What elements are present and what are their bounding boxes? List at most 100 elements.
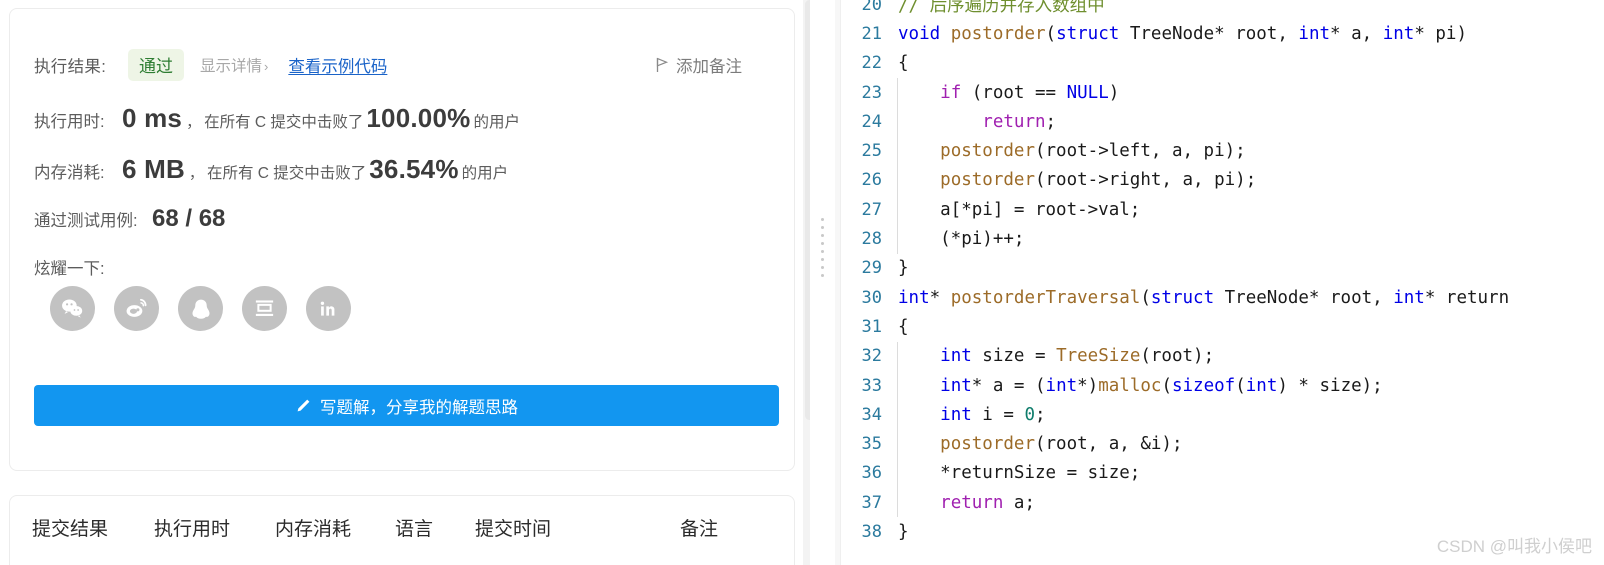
code-token: postorder [940, 170, 1035, 191]
share-icon-group [50, 286, 351, 331]
line-number: 30 [861, 287, 882, 308]
column-header-runtime[interactable]: 执行用时 [154, 514, 275, 541]
pane-splitter[interactable] [810, 0, 835, 565]
code-line: 37 return a; [835, 488, 1604, 518]
memory-comma: ， [188, 165, 204, 182]
code-token: size = [971, 346, 1057, 367]
memory-label: 内存消耗: [34, 164, 105, 182]
code-token: ( [1161, 375, 1172, 396]
submissions-table-card: 提交结果 执行用时 内存消耗 语言 提交时间 备注 [9, 495, 795, 565]
code-token: postorder [950, 23, 1046, 44]
code-token: * [929, 287, 951, 308]
code-token: (root); [1140, 346, 1215, 367]
submission-result-pane: 执行结果: 通过 显示详情 › 查看示例代码 添加备注 执行用时: 0 ms ，… [0, 0, 810, 565]
view-sample-code-link[interactable]: 查看示例代码 [288, 53, 387, 77]
code-token: if [940, 82, 962, 103]
share-linkedin-button[interactable] [306, 286, 351, 331]
share-douban-button[interactable] [242, 286, 287, 331]
code-line: 32 int size = TreeSize(root); [835, 341, 1604, 371]
testcases-value: 68 / 68 [152, 205, 226, 232]
line-number: 25 [861, 141, 882, 162]
code-line: 25 postorder(root->left, a, pi); [835, 136, 1604, 166]
code-token: (root, a, &i); [1034, 434, 1183, 455]
grip-dot [821, 258, 824, 261]
code-token: int [1393, 287, 1425, 308]
code-token: ; [1035, 404, 1046, 425]
code-token: } [898, 258, 909, 279]
code-token: * pi) [1414, 23, 1468, 44]
runtime-value: 0 ms [122, 103, 183, 133]
code-line: 24 return; [835, 107, 1604, 137]
code-editor-pane[interactable]: 20// 后序遍历并存入数组中 21 void postorder(struct T… [835, 0, 1604, 565]
grip-dot [821, 242, 824, 245]
code-token: { [898, 316, 909, 337]
column-header-memory[interactable]: 内存消耗 [275, 514, 395, 541]
code-text: { [898, 53, 909, 73]
column-header-language[interactable]: 语言 [395, 514, 475, 541]
code-token: postorder [940, 434, 1035, 455]
code-token: TreeNode* root, [1119, 23, 1299, 44]
line-number: 29 [861, 258, 882, 279]
code-text: } [898, 522, 909, 542]
column-header-submit-time[interactable]: 提交时间 [475, 514, 680, 541]
code-line: 28 (*pi)++; [835, 224, 1604, 254]
memory-suffix: 的用户 [461, 165, 509, 182]
share-weibo-button[interactable] [114, 286, 159, 331]
code-token: int [898, 287, 930, 308]
add-note-button[interactable]: 添加备注 [656, 47, 742, 83]
write-solution-button[interactable]: 写题解，分享我的解题思路 [34, 385, 779, 426]
show-details-label: 显示详情 [200, 58, 263, 75]
code-text: postorder(root, a, &i); [898, 434, 1183, 455]
app-root: 执行结果: 通过 显示详情 › 查看示例代码 添加备注 执行用时: 0 ms ，… [0, 0, 1604, 565]
douban-icon [255, 300, 274, 316]
chevron-right-icon: › [264, 59, 269, 74]
column-header-note[interactable]: 备注 [680, 514, 718, 541]
linkedin-icon [320, 301, 334, 316]
write-solution-label: 写题解，分享我的解题思路 [320, 398, 518, 417]
share-wechat-button[interactable] [50, 286, 95, 331]
code-line-list: 20// 后序遍历并存入数组中 21 void postorder(struct T… [835, 0, 1604, 547]
splitter-grip-handle[interactable] [821, 218, 824, 277]
code-line: 31 { [835, 312, 1604, 341]
code-token: } [898, 521, 909, 542]
code-text: } [898, 258, 909, 278]
code-token: void [898, 23, 941, 44]
column-header-result[interactable]: 提交结果 [32, 514, 154, 541]
line-number: 36 [861, 463, 882, 484]
testcases-row: 通过测试用例: 68 / 68 [34, 205, 774, 237]
line-number: 35 [861, 434, 882, 455]
grip-dot [821, 274, 824, 277]
code-token: malloc [1098, 375, 1162, 396]
code-token: i = [971, 404, 1025, 425]
grip-dot [821, 250, 824, 253]
memory-row: 内存消耗: 6 MB ， 在所有 C 提交中击败了 36.54% 的用户 [34, 154, 774, 188]
show-details-link[interactable]: 显示详情 › [200, 54, 268, 76]
code-line: 22 { [835, 49, 1604, 78]
share-qq-button[interactable] [178, 286, 223, 331]
code-token: * a, [1330, 23, 1383, 44]
testcases-label: 通过测试用例: [34, 212, 138, 230]
code-token: (root == [961, 82, 1067, 103]
execution-result-row: 执行结果: 通过 显示详情 › 查看示例代码 添加备注 [34, 47, 774, 83]
grip-dot [821, 234, 824, 237]
code-token: ; [1045, 111, 1057, 132]
line-number: 33 [861, 375, 882, 396]
code-token: ) * size); [1277, 375, 1383, 396]
code-token: (root->right, a, pi); [1034, 170, 1257, 191]
code-token: (*pi)++; [898, 229, 1025, 250]
code-text: { [898, 317, 909, 337]
code-token: sizeof [1171, 375, 1236, 396]
code-token: a[*pi] = root->val; [898, 199, 1141, 220]
line-number: 24 [861, 111, 882, 132]
code-token: ) [1108, 82, 1120, 103]
code-token: struct [1056, 23, 1120, 44]
runtime-row: 执行用时: 0 ms ， 在所有 C 提交中击败了 100.00% 的用户 [34, 103, 774, 137]
memory-phrase: 在所有 C 提交中击败了 [206, 165, 367, 182]
runtime-label: 执行用时: [34, 113, 105, 131]
code-text: int size = TreeSize(root); [898, 346, 1214, 366]
code-line: 21 void postorder(struct TreeNode* root, … [835, 19, 1604, 48]
